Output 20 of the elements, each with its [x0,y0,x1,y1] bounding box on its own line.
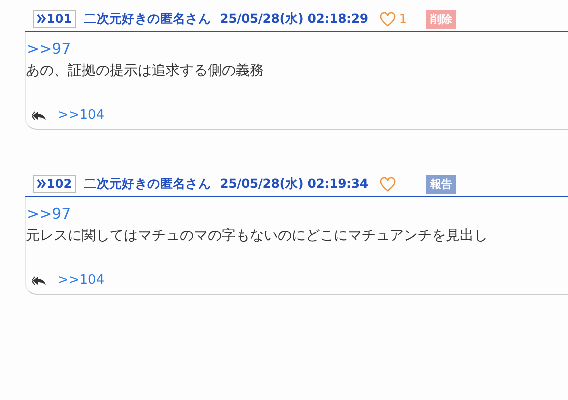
like-count: 1 [399,12,407,26]
post-date: 25/05/28(水) 02:19:34 [220,176,368,192]
reply-link[interactable]: >>104 [58,273,105,288]
reply-anchor-link[interactable]: >>97 [27,205,568,223]
post-text: あの、証拠の提示は追求する側の義務 [26,62,265,80]
heart-icon[interactable] [380,176,396,192]
post-text: 元レスに関してはマチュのマの字もないのにどこにマチュアンチを見出し [26,227,489,245]
reply-arrow-icon [32,110,48,120]
poster-name: 二次元好きの匿名さん [84,10,212,28]
reply-anchor-link[interactable]: >>97 [27,40,568,58]
poster-name: 二次元好きの匿名さん [84,176,212,192]
reply-link[interactable]: >>104 [58,108,105,123]
post-number[interactable]: 101 [33,10,76,28]
double-chevron-icon [37,14,46,24]
post-date: 25/05/28(水) 02:18:29 [220,10,368,28]
post-number[interactable]: 102 [33,175,76,193]
reply-arrow-icon [32,276,48,286]
heart-icon[interactable] [380,12,396,26]
report-button[interactable]: 報告 [426,174,456,194]
double-chevron-icon [37,179,46,189]
